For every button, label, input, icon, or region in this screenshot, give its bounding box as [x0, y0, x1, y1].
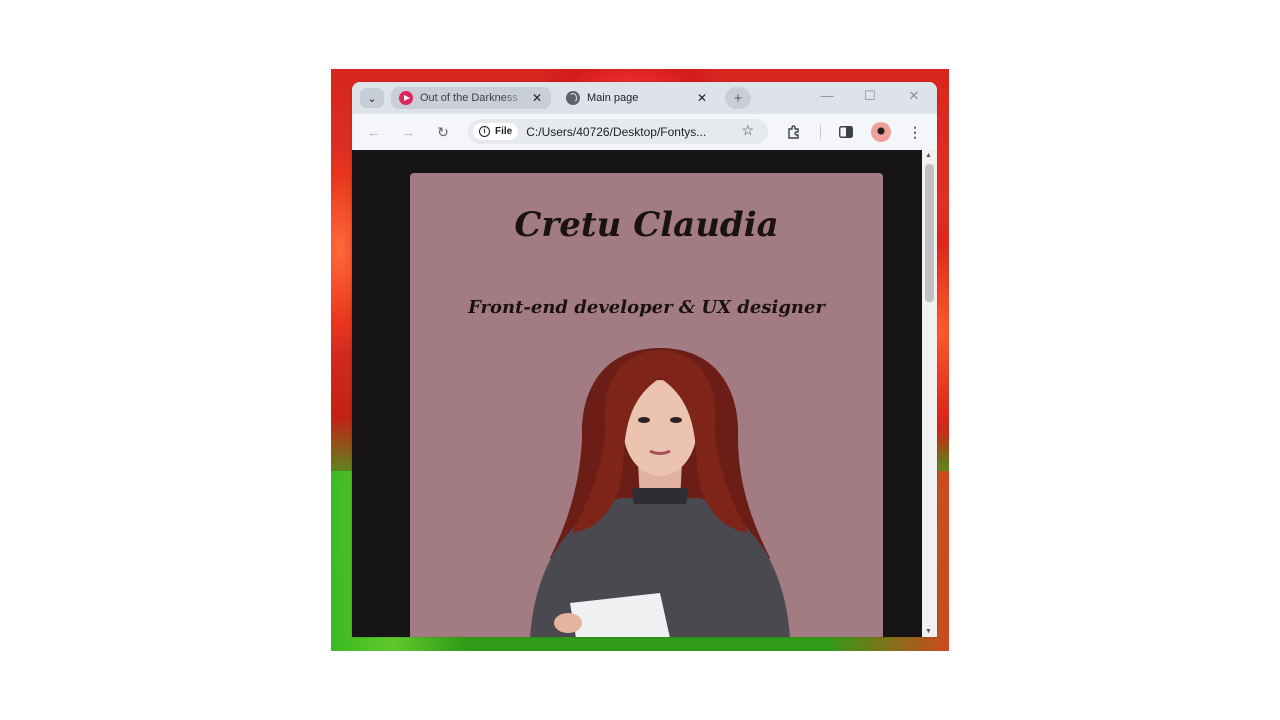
info-icon: i — [479, 126, 490, 137]
maximize-button[interactable]: ☐ — [855, 88, 885, 104]
plus-icon: + — [733, 89, 743, 107]
back-button[interactable]: ← — [364, 122, 384, 142]
globe-icon — [566, 91, 580, 105]
reload-button[interactable]: ↻ — [433, 122, 453, 142]
new-tab-button[interactable]: + — [725, 87, 751, 109]
close-tab-icon[interactable]: ✕ — [529, 91, 545, 105]
puzzle-icon — [788, 125, 799, 139]
minimize-icon: — — [820, 88, 834, 103]
page-viewport: Cretu Claudia Front-end developer & UX d… — [352, 150, 937, 637]
page-title: Cretu Claudia — [514, 205, 779, 245]
arrow-left-icon: ← — [367, 124, 381, 140]
tab-title: Out of the Darkness — [420, 92, 518, 104]
portrait-photo — [530, 348, 790, 637]
close-icon: ✕ — [908, 88, 920, 103]
profile-avatar[interactable] — [871, 122, 891, 142]
url-text[interactable]: C:/Users/40726/Desktop/Fontys... — [526, 125, 726, 139]
scroll-down-icon[interactable]: ▼ — [925, 628, 932, 635]
scroll-up-icon[interactable]: ▲ — [925, 152, 932, 159]
tab-search-button[interactable]: ⌄ — [360, 88, 384, 108]
side-panel-icon — [839, 126, 853, 138]
arrow-right-icon: → — [401, 124, 415, 140]
scrollbar-thumb[interactable] — [925, 164, 934, 302]
close-window-button[interactable]: ✕ — [899, 88, 929, 104]
forward-button[interactable]: → — [398, 122, 418, 142]
extensions-button[interactable] — [784, 122, 804, 142]
toolbar-divider — [820, 125, 821, 139]
play-icon — [399, 91, 413, 105]
close-tab-icon[interactable]: ✕ — [694, 91, 710, 105]
toolbar: ← → ↻ i File C:/Users/40726/Desktop/Font… — [352, 114, 937, 150]
maximize-icon: ☐ — [864, 88, 876, 103]
tab-out-of-the-darkness[interactable]: Out of the Darkness ✕ — [391, 87, 551, 109]
chevron-down-icon: ⌄ — [367, 92, 377, 105]
menu-button[interactable]: ⋮ — [905, 122, 925, 142]
page-subtitle: Front-end developer & UX designer — [468, 297, 825, 318]
tab-bar: ⌄ Out of the Darkness ✕ Main page ✕ + — … — [352, 82, 937, 114]
browser-window: ⌄ Out of the Darkness ✕ Main page ✕ + — … — [352, 82, 937, 637]
bookmark-star-icon[interactable]: ☆ — [741, 122, 754, 139]
site-info-label: File — [495, 126, 513, 137]
tab-main-page[interactable]: Main page ✕ — [558, 87, 716, 109]
tab-title: Main page — [587, 92, 639, 104]
site-info-chip[interactable]: i File — [473, 123, 519, 140]
side-panel-button[interactable] — [836, 122, 856, 142]
address-bar[interactable]: i File C:/Users/40726/Desktop/Fontys... … — [468, 119, 768, 144]
kebab-menu-icon: ⋮ — [908, 124, 922, 140]
reload-icon: ↻ — [437, 124, 449, 140]
vertical-scrollbar[interactable]: ▲ ▼ — [922, 150, 937, 637]
minimize-button[interactable]: — — [812, 88, 842, 103]
hero-card: Cretu Claudia Front-end developer & UX d… — [410, 173, 883, 637]
